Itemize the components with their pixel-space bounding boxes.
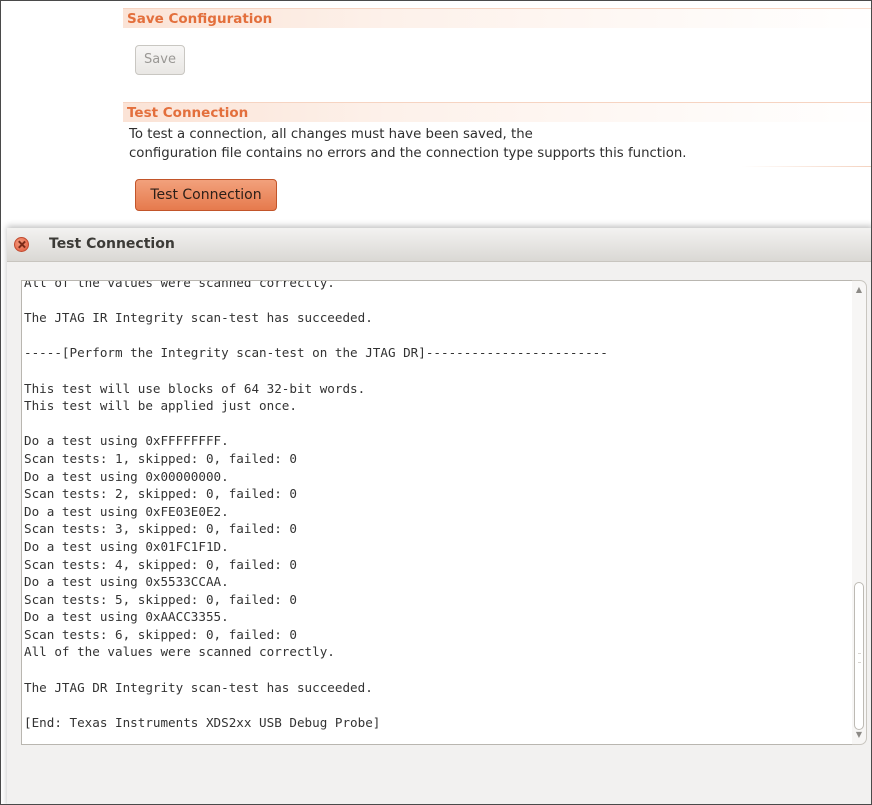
test-connection-button[interactable]: Test Connection [135, 179, 277, 211]
application-window: Save Configuration Save Test Connection … [0, 0, 872, 805]
dialog-titlebar[interactable]: Test Connection [7, 228, 871, 262]
console-line: The JTAG IR Integrity scan-test has succ… [24, 310, 373, 326]
console-line: Do a test using 0x00000000. [24, 468, 229, 484]
console-line: Scan tests: 4, skipped: 0, failed: 0 [24, 556, 297, 572]
test-connection-header: Test Connection [123, 102, 871, 122]
console-line: -----[Perform the Integrity scan-test on… [24, 345, 608, 361]
console-line: [End: Texas Instruments XDS2xx USB Debug… [24, 714, 381, 730]
scroll-down-arrow-icon[interactable]: ▼ [854, 730, 864, 740]
vertical-scrollbar[interactable]: ▲ ▼ [852, 280, 867, 745]
dialog-title: Test Connection [49, 236, 175, 252]
console-line: The JTAG DR Integrity scan-test has succ… [24, 679, 373, 695]
section-divider [741, 166, 871, 167]
console-line: All of the values were scanned correctly… [24, 280, 335, 290]
console-output[interactable]: All of the values were scanned correctly… [21, 280, 853, 745]
save-configuration-header: Save Configuration [123, 8, 871, 28]
console-line: This test will use blocks of 64 32-bit w… [24, 380, 366, 396]
console-line: Scan tests: 2, skipped: 0, failed: 0 [24, 486, 297, 502]
scroll-up-arrow-icon[interactable]: ▲ [854, 285, 864, 295]
test-connection-dialog: Test Connection All of the values were s… [7, 228, 871, 804]
scroll-thumb[interactable] [854, 582, 864, 730]
console-line: Do a test using 0x01FC1F1D. [24, 538, 229, 554]
console-text: All of the values were scanned correctly… [24, 280, 608, 731]
console-line: This test will be applied just once. [24, 398, 297, 414]
close-icon[interactable] [14, 237, 29, 252]
console-line: Scan tests: 5, skipped: 0, failed: 0 [24, 591, 297, 607]
save-button[interactable]: Save [135, 45, 185, 75]
console-line: Do a test using 0xFE03E0E2. [24, 503, 229, 519]
console-line: Scan tests: 1, skipped: 0, failed: 0 [24, 450, 297, 466]
test-connection-description-line2: configuration file contains no errors an… [129, 146, 687, 161]
console-line: All of the values were scanned correctly… [24, 644, 335, 660]
connection-config-panel: Save Configuration Save Test Connection … [1, 1, 871, 228]
test-connection-description-line1: To test a connection, all changes must h… [129, 127, 533, 142]
console-line: Do a test using 0xFFFFFFFF. [24, 433, 229, 449]
console-line: Scan tests: 3, skipped: 0, failed: 0 [24, 521, 297, 537]
console-line: Do a test using 0x5533CCAA. [24, 574, 229, 590]
grip-icon [858, 653, 861, 663]
scroll-track[interactable] [854, 297, 864, 730]
console-line: Do a test using 0xAACC3355. [24, 609, 229, 625]
console-line: Scan tests: 6, skipped: 0, failed: 0 [24, 626, 297, 642]
